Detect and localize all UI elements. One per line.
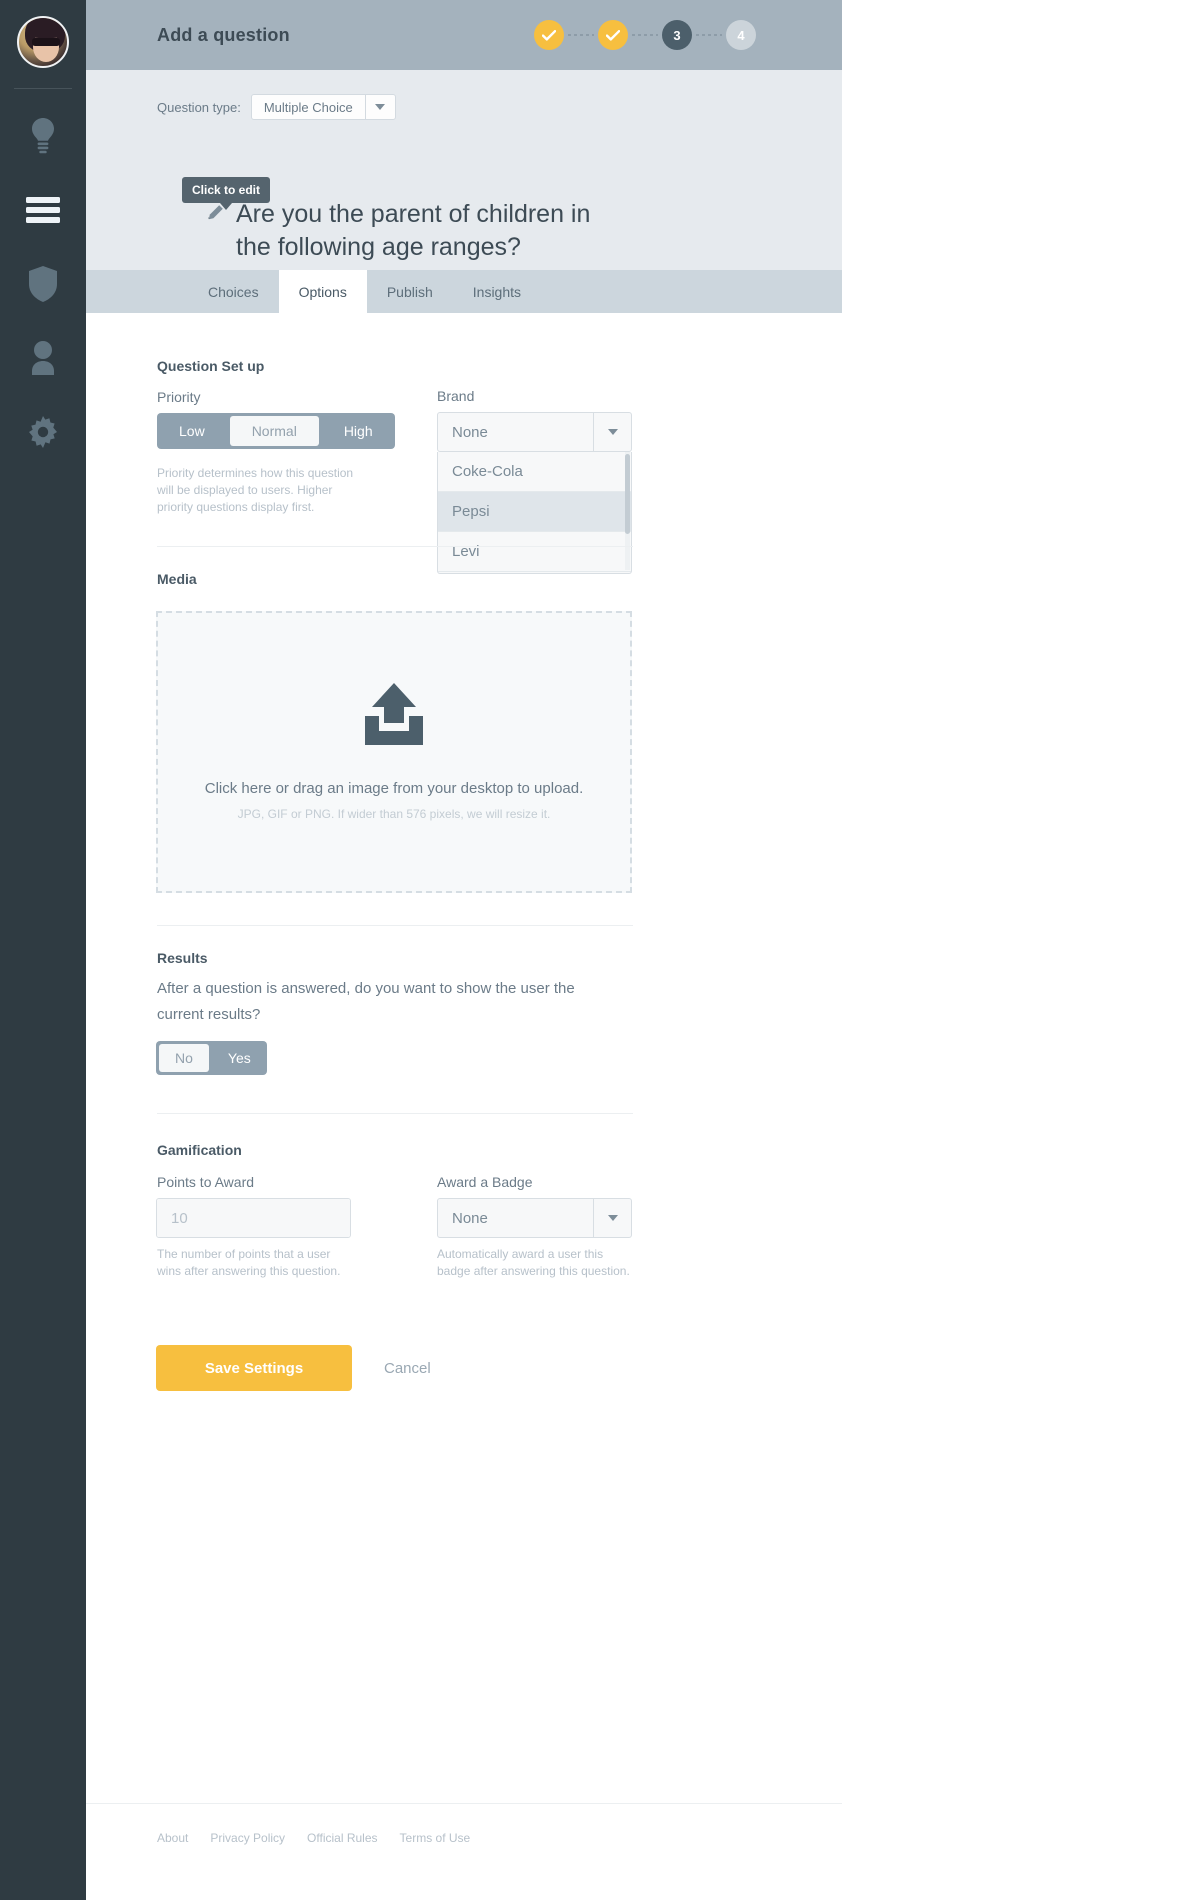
- results-heading: Results: [157, 950, 208, 966]
- tab-publish[interactable]: Publish: [367, 270, 453, 313]
- footer-link-terms-of-use[interactable]: Terms of Use: [400, 1831, 471, 1845]
- upload-sub-text: JPG, GIF or PNG. If wider than 576 pixel…: [237, 807, 551, 821]
- sidebar-divider: [14, 88, 72, 89]
- priority-option-high[interactable]: High: [322, 413, 395, 449]
- priority-help-text: Priority determines how this question wi…: [157, 466, 354, 514]
- page-header: Add a question 3 4: [86, 0, 842, 70]
- media-heading: Media: [157, 571, 197, 587]
- brand-dropdown-head[interactable]: None: [437, 412, 632, 452]
- tab-choices[interactable]: Choices: [188, 270, 279, 313]
- sidebar-item-menu[interactable]: [0, 173, 86, 247]
- tab-bar: Choices Options Publish Insights: [86, 270, 842, 313]
- brand-scrollbar-thumb[interactable]: [625, 454, 630, 534]
- priority-label: Priority: [157, 389, 201, 405]
- results-option-no[interactable]: No: [159, 1044, 209, 1072]
- sidebar-item-profile[interactable]: [0, 321, 86, 395]
- points-help-text: The number of points that a user wins af…: [157, 1247, 341, 1278]
- points-input[interactable]: [157, 1199, 350, 1237]
- badge-selected-value: None: [452, 1209, 488, 1227]
- step-2[interactable]: [598, 20, 628, 50]
- save-settings-button[interactable]: Save Settings: [156, 1345, 352, 1391]
- person-icon: [28, 341, 58, 375]
- badge-label: Award a Badge: [437, 1174, 533, 1190]
- brand-option-gap[interactable]: Gap: [438, 572, 631, 573]
- hamburger-menu-icon: [26, 197, 60, 223]
- badge-dropdown[interactable]: None: [437, 1198, 632, 1238]
- points-label: Points to Award: [157, 1174, 255, 1190]
- step-connector-1: [568, 34, 594, 36]
- sidebar-item-security[interactable]: [0, 247, 86, 321]
- page-background: [842, 0, 1200, 1900]
- question-title-row[interactable]: Are you the parent of children in the fo…: [206, 198, 631, 264]
- brand-option-levi[interactable]: Levi: [438, 532, 631, 572]
- page-footer: About Privacy Policy Official Rules Term…: [86, 1803, 842, 1900]
- step-connector-2: [632, 34, 658, 36]
- tab-options[interactable]: Options: [278, 270, 367, 313]
- chevron-down-icon[interactable]: [593, 1199, 631, 1237]
- step-1[interactable]: [534, 20, 564, 50]
- brand-option-coke-cola[interactable]: Coke-Cola: [438, 452, 631, 492]
- shield-icon: [28, 266, 58, 302]
- sidebar-item-settings[interactable]: [0, 395, 86, 469]
- left-sidebar: [0, 0, 86, 1900]
- gear-icon: [27, 416, 59, 448]
- pencil-icon[interactable]: [206, 204, 224, 227]
- gamification-heading: Gamification: [157, 1142, 242, 1158]
- step-connector-3: [696, 34, 722, 36]
- step-indicator: 3 4: [534, 20, 756, 50]
- brand-selected-value: None: [452, 423, 488, 441]
- divider-results: [157, 925, 633, 926]
- upload-icon: [359, 683, 429, 750]
- upload-main-text: Click here or drag an image from your de…: [204, 780, 584, 797]
- check-icon: [606, 29, 620, 41]
- results-option-yes[interactable]: Yes: [212, 1041, 267, 1075]
- step-4[interactable]: 4: [726, 20, 756, 50]
- badge-dropdown-head[interactable]: None: [437, 1198, 632, 1238]
- chevron-down-icon[interactable]: [364, 95, 395, 119]
- divider-gamification: [157, 1113, 633, 1114]
- points-input-group[interactable]: Points: [156, 1198, 351, 1238]
- action-bar: Save Settings Cancel: [156, 1345, 431, 1391]
- chevron-down-icon[interactable]: [593, 413, 631, 451]
- question-type-row: Question type: Multiple Choice: [157, 94, 396, 120]
- priority-option-normal[interactable]: Normal: [229, 416, 319, 446]
- question-type-value: Multiple Choice: [263, 99, 353, 115]
- question-title: Are you the parent of children in the fo…: [236, 200, 591, 261]
- priority-option-low[interactable]: Low: [157, 413, 227, 449]
- sidebar-item-ideas[interactable]: [0, 99, 86, 173]
- divider-media: [157, 546, 633, 547]
- tab-insights[interactable]: Insights: [453, 270, 541, 313]
- footer-link-privacy-policy[interactable]: Privacy Policy: [210, 1831, 285, 1845]
- media-upload-dropzone[interactable]: Click here or drag an image from your de…: [156, 611, 632, 893]
- user-avatar[interactable]: [17, 16, 69, 68]
- question-type-select[interactable]: Multiple Choice: [250, 94, 396, 120]
- page-title: Add a question: [157, 24, 290, 45]
- footer-link-about[interactable]: About: [157, 1831, 188, 1845]
- cancel-button[interactable]: Cancel: [384, 1360, 431, 1377]
- brand-dropdown[interactable]: None Coke-Cola Pepsi Levi Gap: [437, 412, 632, 574]
- footer-link-official-rules[interactable]: Official Rules: [307, 1831, 377, 1845]
- priority-segmented-control: Low Normal High: [157, 413, 395, 449]
- results-segmented-control: No Yes: [156, 1041, 267, 1075]
- brand-label: Brand: [437, 388, 475, 404]
- badge-help-text: Automatically award a user this badge af…: [437, 1247, 630, 1278]
- lightbulb-icon: [28, 117, 58, 155]
- app-root: Add a question 3 4 Question type: Multip…: [0, 0, 1200, 1900]
- results-description: After a question is answered, do you wan…: [157, 980, 575, 1023]
- check-icon: [542, 29, 556, 41]
- question-panel: Question type: Multiple Choice Click to …: [86, 70, 842, 311]
- question-setup-heading: Question Set up: [157, 358, 265, 374]
- brand-option-pepsi[interactable]: Pepsi: [438, 492, 631, 532]
- options-panel: Question Set up Priority Low Normal High…: [86, 313, 842, 1803]
- step-3[interactable]: 3: [662, 20, 692, 50]
- tab-spacer: [86, 270, 188, 313]
- brand-option-list[interactable]: Coke-Cola Pepsi Levi Gap: [437, 452, 632, 574]
- footer-links: About Privacy Policy Official Rules Term…: [157, 1831, 492, 1845]
- question-type-label: Question type:: [157, 99, 241, 115]
